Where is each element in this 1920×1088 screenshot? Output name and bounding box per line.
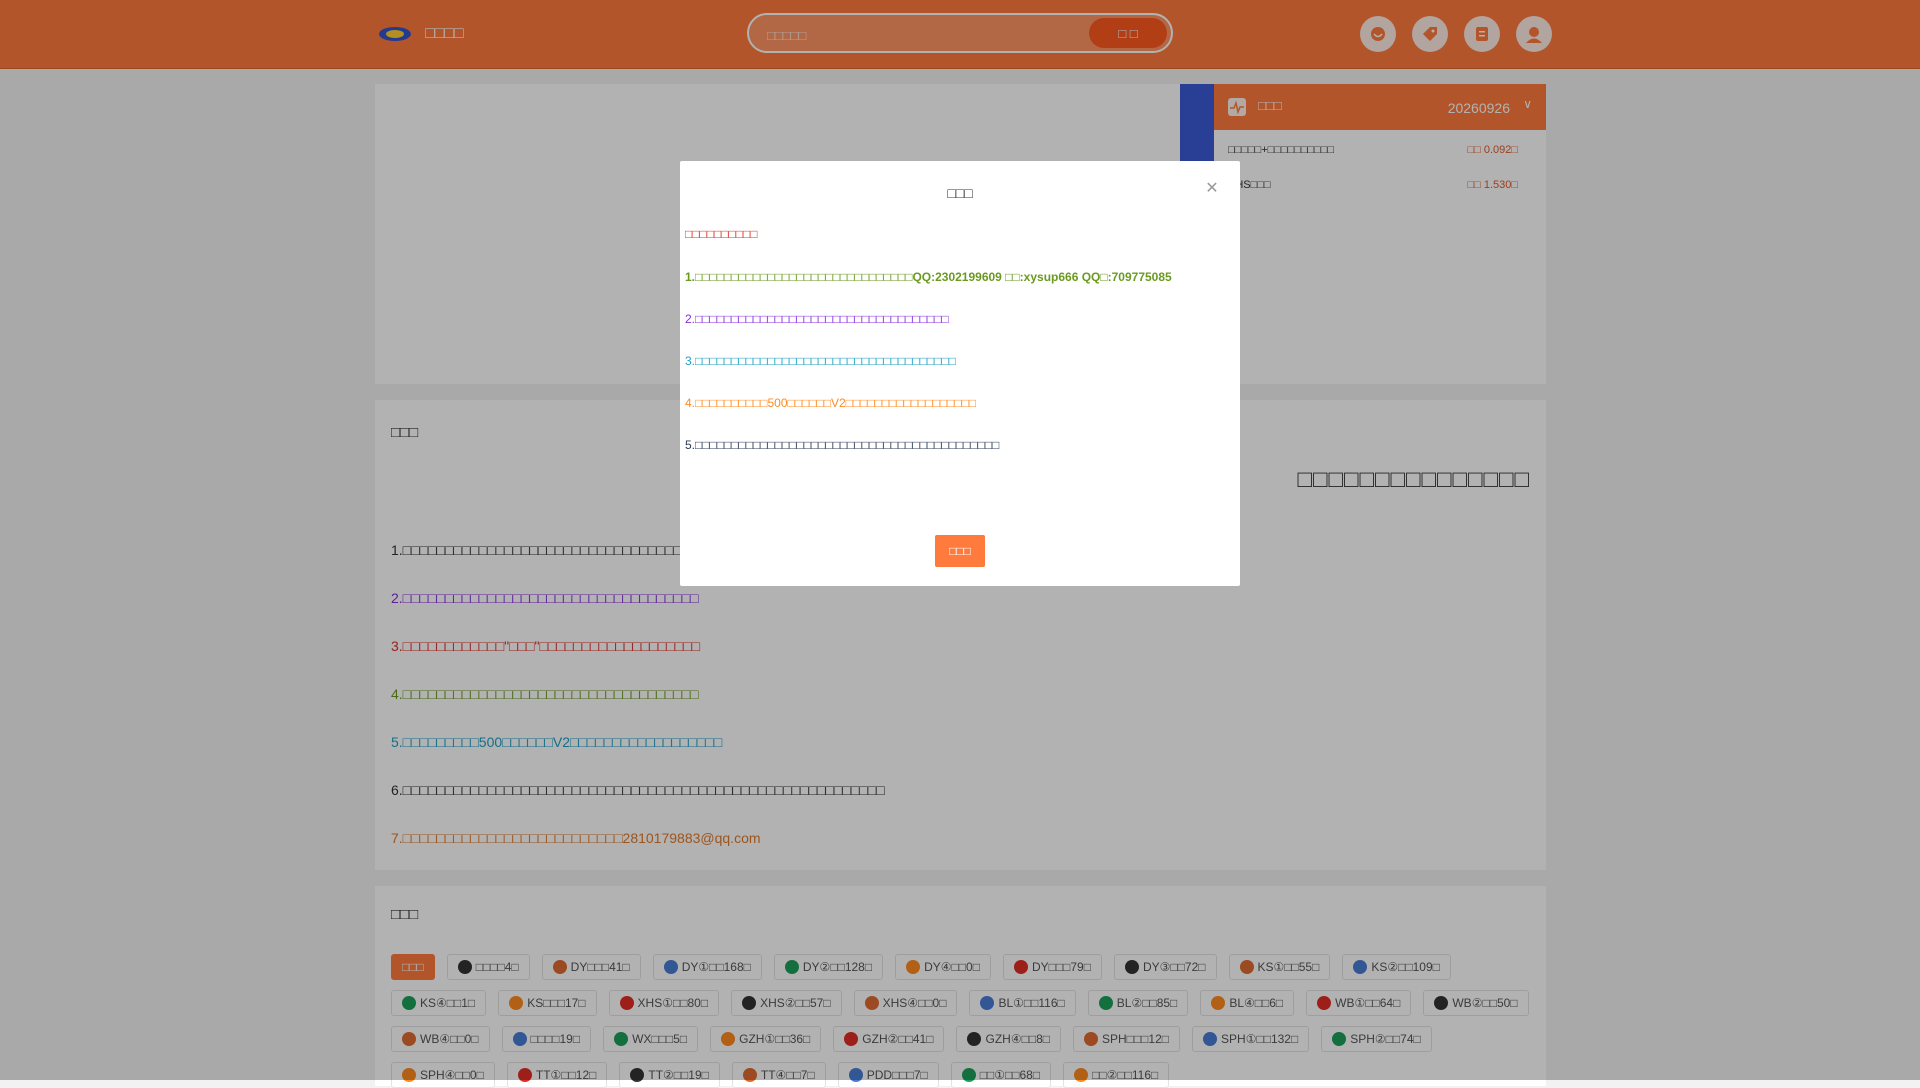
modal-intro: □□□□□□□□□□ (685, 227, 758, 241)
modal-line: 3.□□□□□□□□□□□□□□□□□□□□□□□□□□□□□□□□□□□□ (685, 354, 956, 368)
modal-line: 5.□□□□□□□□□□□□□□□□□□□□□□□□□□□□□□□□□□□□□□… (685, 438, 1000, 452)
confirm-button[interactable]: □□□ (935, 535, 985, 567)
modal-title: □□□ (947, 185, 973, 201)
modal-line: 1.□□□□□□□□□□□□□□□□□□□□□□□□□□□□□□QQ:23021… (685, 270, 1172, 284)
announcement-modal: □□□ ✕ □□□□□□□□□□ 1.□□□□□□□□□□□□□□□□□□□□□… (680, 161, 1240, 586)
close-icon[interactable]: ✕ (1204, 181, 1220, 197)
modal-line: 4.□□□□□□□□□□500□□□□□□V2□□□□□□□□□□□□□□□□□… (685, 396, 977, 410)
modal-line: 2.□□□□□□□□□□□□□□□□□□□□□□□□□□□□□□□□□□□ (685, 312, 949, 326)
